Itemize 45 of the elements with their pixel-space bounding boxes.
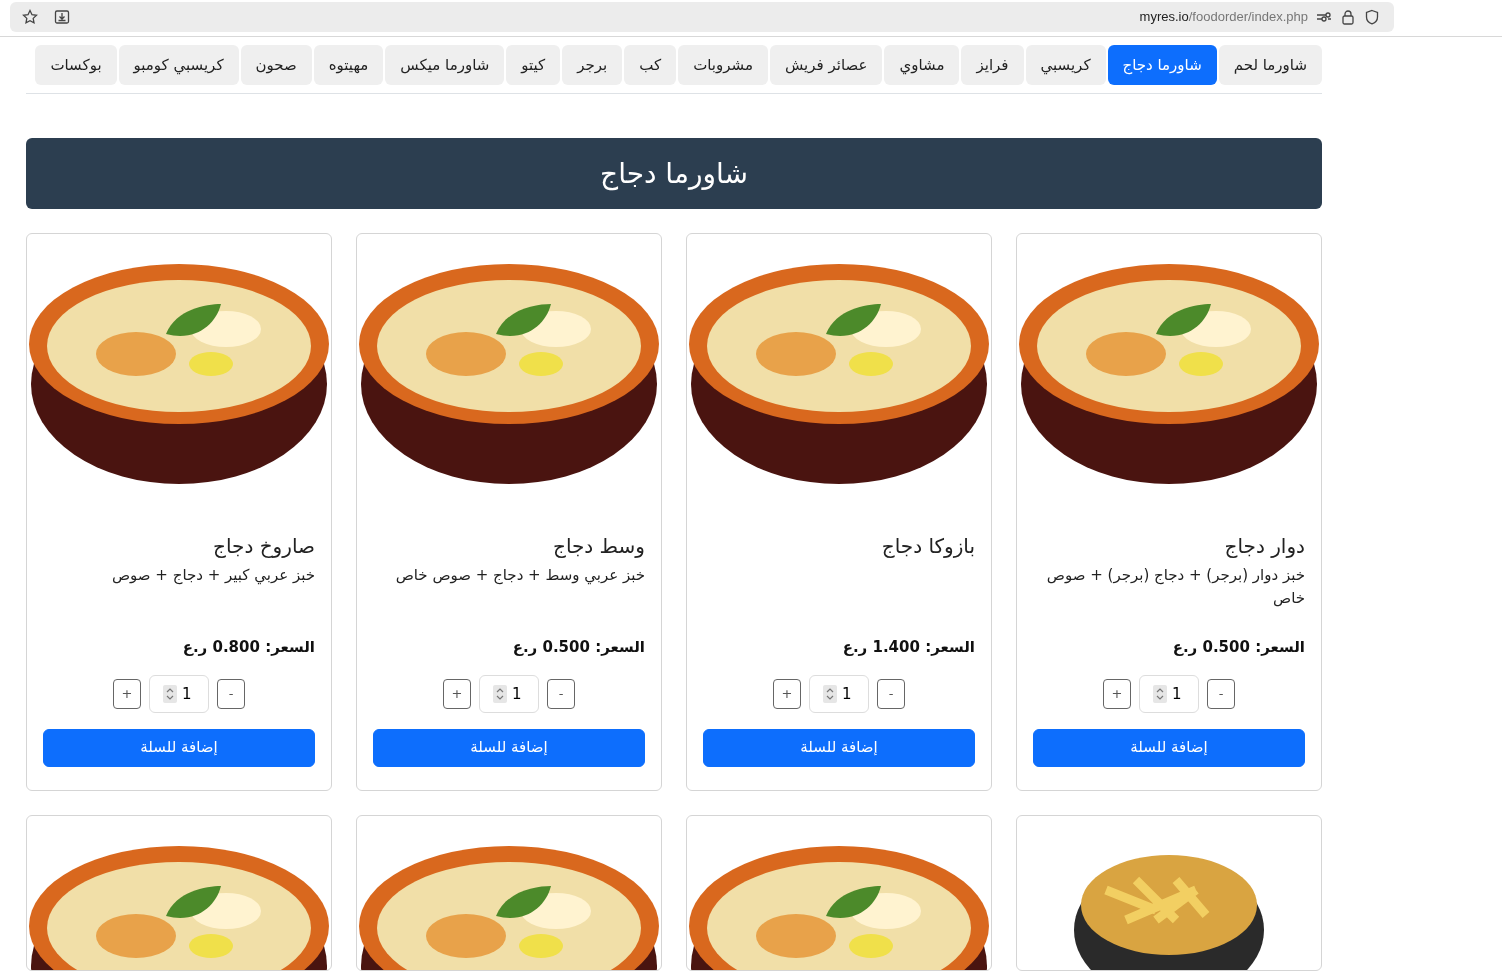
product-price: السعر: 0.500 ر.ع [1171,637,1305,658]
category-tab[interactable]: برجر [562,45,623,85]
address-text[interactable]: myres.io/foodorder/index.php [1139,7,1308,27]
category-tab[interactable]: كيتو [506,45,561,85]
product-price: السعر: 0.500 ر.ع [511,637,645,658]
shield-icon[interactable] [1364,9,1380,25]
category-tab[interactable]: شاورما دجاج [1107,45,1217,85]
product-description: خبز عربي كبير + دجاج + صوص [110,565,315,587]
increase-button[interactable]: + [773,678,801,709]
category-tab[interactable]: مشروبات [678,45,768,85]
product-price: السعر: 1.400 ر.ع [841,637,975,658]
category-tab[interactable]: كب [624,45,677,85]
category-tab[interactable]: فرايز [961,45,1024,85]
add-to-cart-button[interactable]: إضافة للسلة [703,728,975,767]
decrease-button[interactable]: - [547,678,575,709]
lock-icon[interactable] [1340,9,1356,25]
category-tab[interactable]: شاورما ميكس [385,45,505,85]
add-to-cart-button[interactable]: إضافة للسلة [43,728,315,767]
product-name: صاروخ دجاج [212,534,315,558]
decrease-button[interactable]: - [1207,678,1235,709]
permissions-icon[interactable] [1316,9,1332,25]
decrease-button[interactable]: - [217,678,245,709]
add-to-cart-button[interactable]: إضافة للسلة [373,728,645,767]
product-description: خبز عربي وسط + دجاج + صوص خاص [394,565,645,587]
product-price: السعر: 0.800 ر.ع [181,637,315,658]
increase-button[interactable]: + [113,678,141,709]
decrease-button[interactable]: - [877,678,905,709]
category-tab[interactable]: كريسبي كومبو [118,45,239,85]
category-tab[interactable]: شاورما لحم [1218,45,1322,85]
category-tab[interactable]: مشاوي [884,45,960,85]
category-tab[interactable]: كريسبي [1025,45,1106,85]
add-to-cart-button[interactable]: إضافة للسلة [1033,728,1305,767]
product-name: بازوكا دجاج [880,534,975,558]
star-icon[interactable] [22,9,38,25]
product-description: خبز دوار (برجر) + دجاج (برجر) + صوص خاص [1045,565,1305,610]
category-tab[interactable]: بوكسات [35,45,117,85]
product-name: وسط دجاج [551,534,645,558]
category-tab[interactable]: عصائر فريش [769,45,883,85]
category-tab[interactable]: صحون [240,45,312,85]
section-title-bar: شاورما دجاج [26,138,1322,209]
increase-button[interactable]: + [1103,678,1131,709]
category-tab[interactable]: مهيتوه [313,45,384,85]
product-name: دوار دجاج [1223,534,1305,558]
increase-button[interactable]: + [443,678,471,709]
download-icon[interactable] [54,9,70,25]
